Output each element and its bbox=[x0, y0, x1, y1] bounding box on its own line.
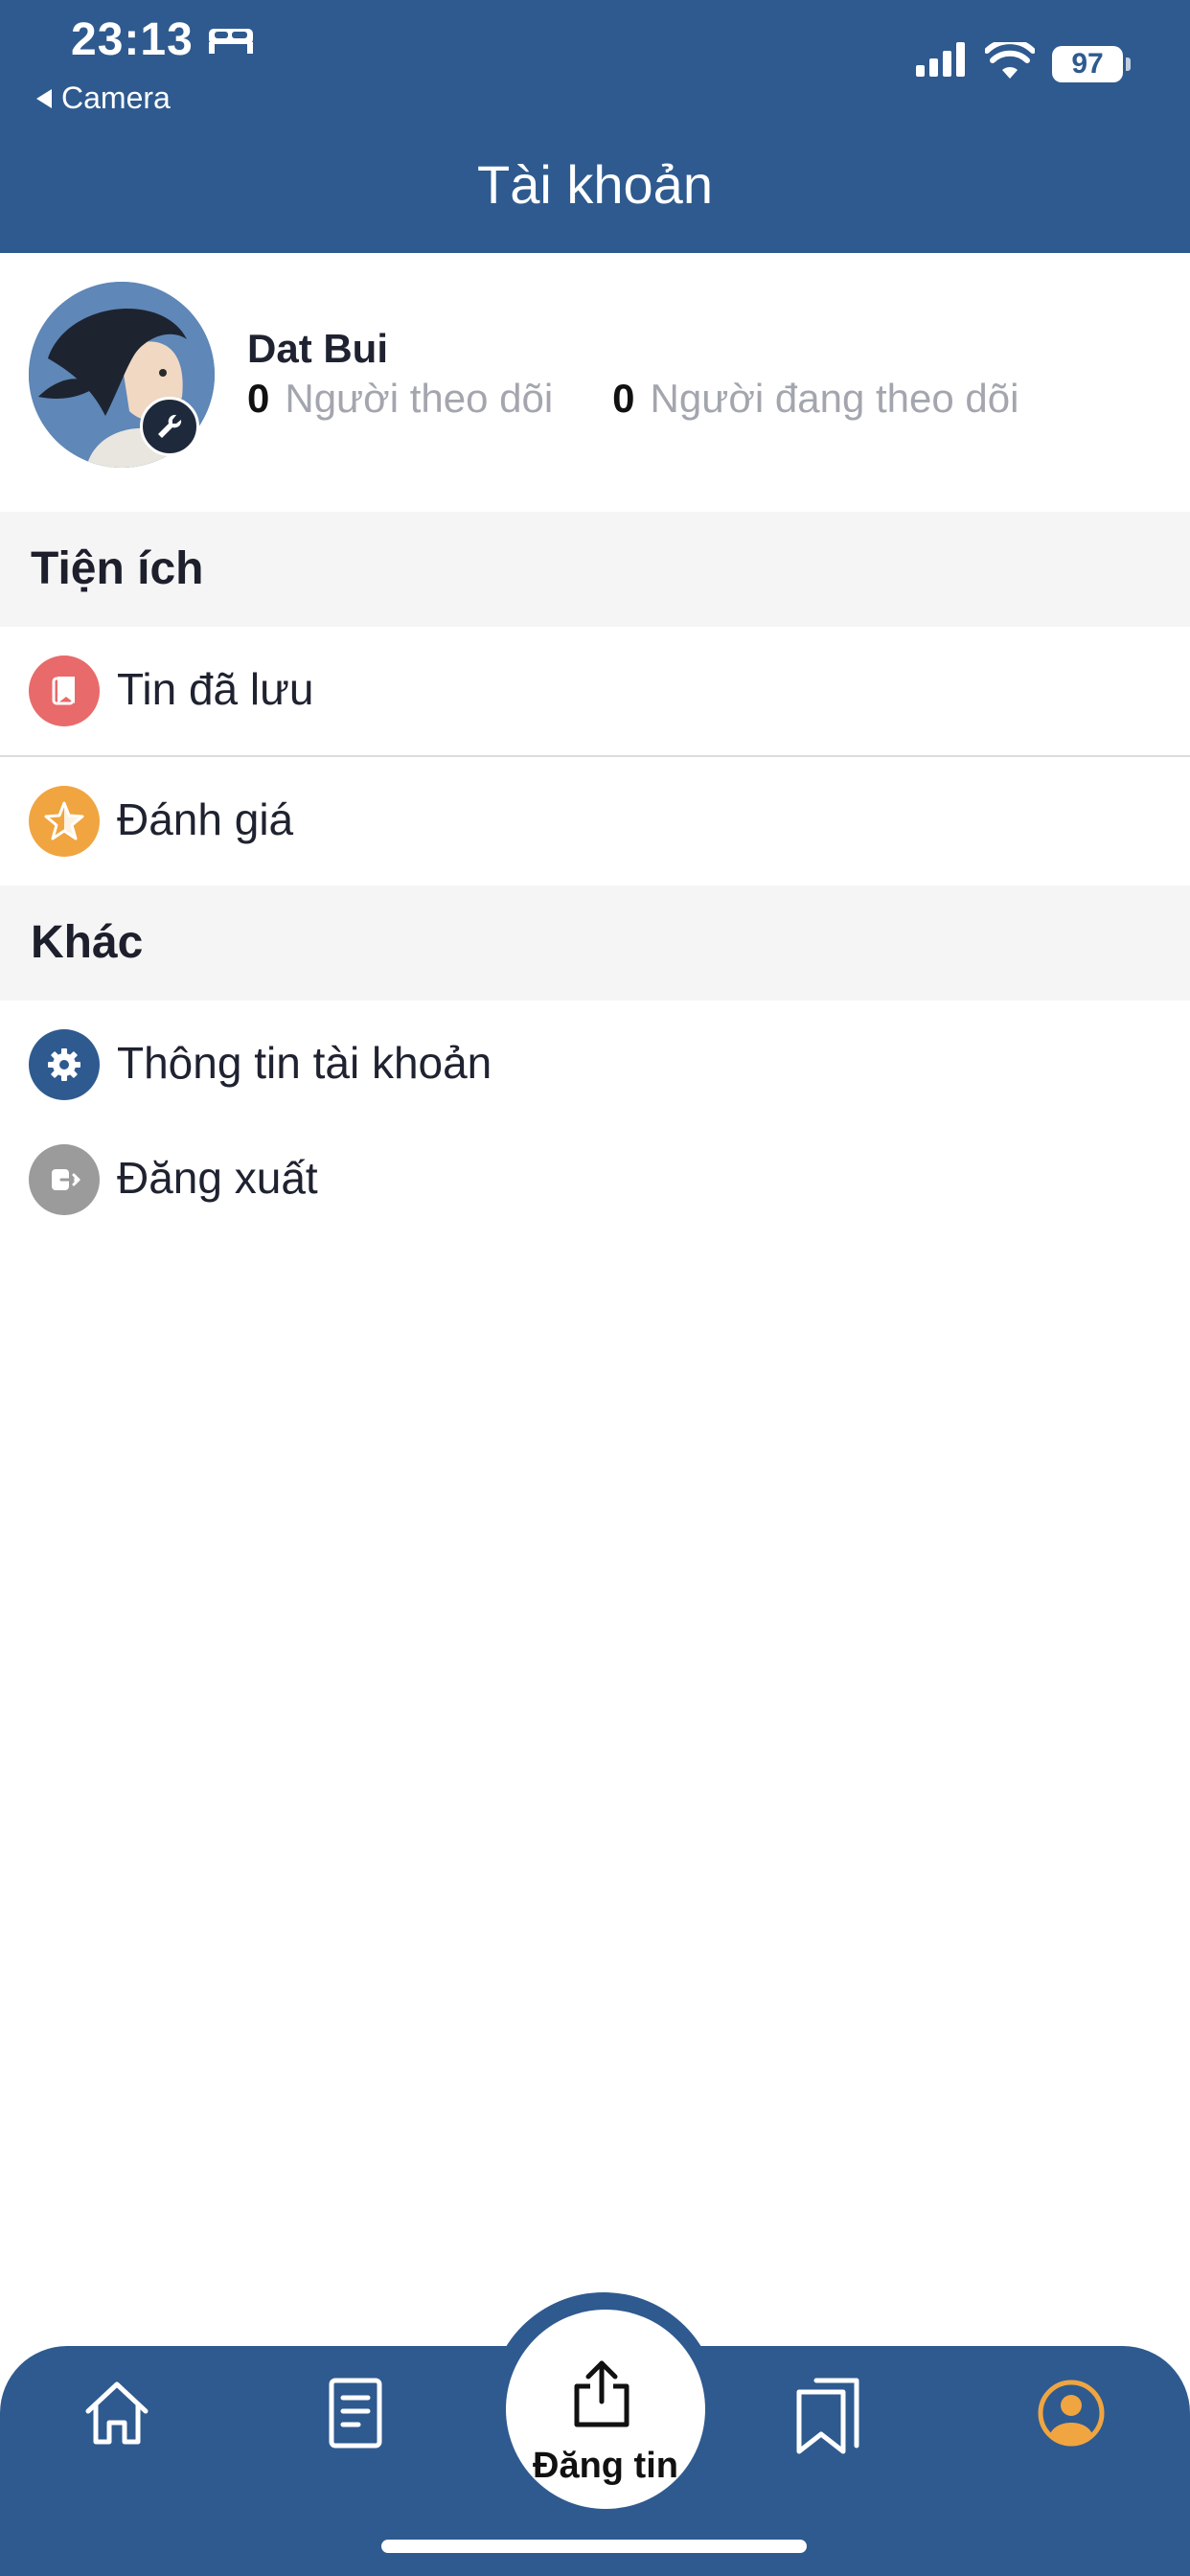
tab-account[interactable] bbox=[1035, 2377, 1108, 2454]
menu-item-account-info[interactable]: Thông tin tài khoản bbox=[0, 1000, 1190, 1116]
account-icon bbox=[1038, 2380, 1105, 2447]
tab-saved[interactable] bbox=[790, 2377, 866, 2460]
document-icon bbox=[329, 2378, 382, 2449]
cellular-signal-icon bbox=[916, 42, 965, 77]
back-to-camera-link[interactable]: Camera bbox=[36, 80, 171, 116]
menu-item-label: Đánh giá bbox=[117, 794, 294, 844]
battery-tip bbox=[1126, 58, 1131, 71]
section-header-utilities: Tiện ích bbox=[0, 512, 1190, 627]
tab-home[interactable] bbox=[80, 2377, 153, 2454]
status-time: 23:13 bbox=[71, 14, 194, 65]
gear-icon bbox=[29, 1029, 100, 1100]
section-title-other: Khác bbox=[31, 917, 144, 968]
menu-item-logout[interactable]: Đăng xuất bbox=[0, 1116, 1190, 1230]
followers-label[interactable]: Người theo dõi bbox=[285, 376, 553, 422]
home-icon bbox=[85, 2381, 149, 2445]
following-label[interactable]: Người đang theo dõi bbox=[651, 376, 1019, 422]
edit-avatar-button[interactable] bbox=[140, 397, 199, 456]
menu-item-saved-posts[interactable]: Tin đã lưu bbox=[0, 627, 1190, 742]
star-icon bbox=[29, 786, 100, 857]
menu-item-label: Thông tin tài khoản bbox=[117, 1038, 492, 1088]
following-count: 0 bbox=[612, 376, 635, 421]
tab-posts[interactable] bbox=[320, 2377, 393, 2454]
profile-name: Dat Bui bbox=[247, 326, 388, 371]
app-header: 23:13 Camera 97 Tài khoản bbox=[0, 0, 1190, 253]
home-indicator[interactable] bbox=[381, 2540, 807, 2553]
share-icon bbox=[574, 2360, 629, 2427]
menu-item-label: Tin đã lưu bbox=[117, 664, 314, 714]
back-label: Camera bbox=[61, 80, 171, 115]
followers-count: 0 bbox=[247, 376, 270, 421]
section-header-other: Khác bbox=[0, 886, 1190, 1000]
bookmark-icon bbox=[29, 656, 100, 726]
menu-item-label: Đăng xuất bbox=[117, 1153, 318, 1203]
wrench-icon bbox=[158, 414, 182, 438]
battery-indicator: 97 bbox=[1052, 46, 1123, 82]
profile-card: Dat Bui 0 Người theo dõi 0 Người đang th… bbox=[0, 253, 1190, 512]
back-arrow-icon bbox=[36, 88, 52, 108]
bed-icon bbox=[209, 29, 253, 54]
page-title: Tài khoản bbox=[477, 154, 713, 215]
section-title-utilities: Tiện ích bbox=[31, 543, 204, 594]
post-button-label: Đăng tin bbox=[533, 2446, 678, 2486]
menu-item-reviews[interactable]: Đánh giá bbox=[0, 757, 1190, 872]
follow-stats: 0 Người theo dõi 0 Người đang theo dõi bbox=[247, 376, 1018, 422]
wifi-icon bbox=[985, 42, 1035, 79]
logout-icon bbox=[29, 1144, 100, 1215]
bookmarks-icon bbox=[796, 2378, 859, 2454]
